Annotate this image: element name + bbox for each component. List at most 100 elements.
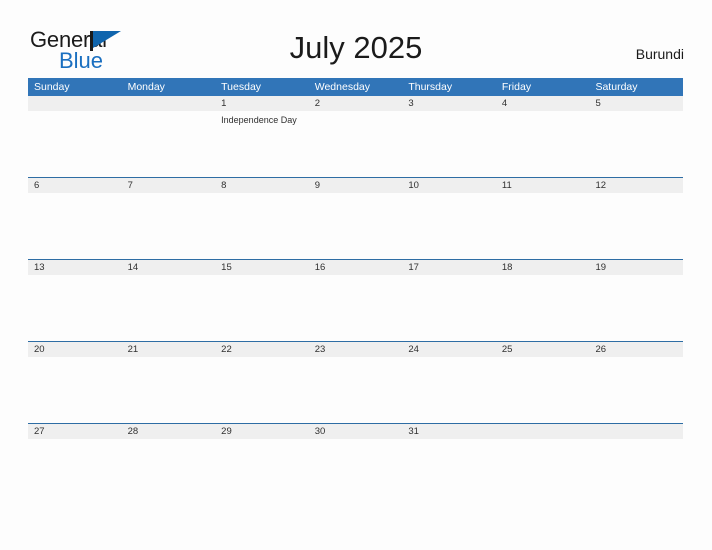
day-number: 10: [408, 180, 419, 191]
calendar-grid: Sunday Monday Tuesday Wednesday Thursday Frid…: [28, 78, 683, 505]
day-events-2: [309, 111, 403, 175]
day-events-empty: [496, 439, 590, 503]
weekday-header-sunday: Sunday: [34, 81, 70, 93]
page-title: July 2025: [289, 30, 423, 65]
day-cell-29[interactable]: 29: [215, 424, 309, 439]
day-cell-30[interactable]: 30: [309, 424, 403, 439]
week-events-band: [28, 275, 683, 339]
day-events-8: [215, 193, 309, 257]
day-number: 24: [408, 344, 419, 355]
weekday-header-friday: Friday: [501, 81, 532, 93]
day-cell-16[interactable]: 16: [309, 260, 403, 275]
day-events-26: [589, 357, 683, 421]
weekday-header-tuesday: Tuesday: [221, 81, 262, 93]
day-cell-28[interactable]: 28: [122, 424, 216, 439]
day-cell-2[interactable]: 2: [309, 96, 403, 111]
day-number: 2: [314, 98, 321, 109]
day-events-7: [122, 193, 216, 257]
day-cell-8[interactable]: 8: [215, 178, 309, 193]
day-cell-13[interactable]: 13: [28, 260, 122, 275]
day-cell-empty: [496, 424, 590, 439]
day-events-30: [309, 439, 403, 503]
weekday-header-saturday: Saturday: [595, 81, 638, 93]
day-number: 3: [408, 98, 414, 109]
day-events-22: [215, 357, 309, 421]
calendar-week-row: 13 14 15 16 17 18 19: [28, 259, 683, 341]
weekday-header-wednesday: Wednesday: [314, 81, 370, 93]
day-cell-18[interactable]: 18: [496, 260, 590, 275]
page-header: General Blue July 2025 Burundi: [0, 0, 712, 78]
day-cell-empty: [589, 424, 683, 439]
day-events-29: [215, 439, 309, 503]
day-events-3: [402, 111, 496, 175]
day-cell-4[interactable]: 4: [496, 96, 590, 111]
day-cell-3[interactable]: 3: [402, 96, 496, 111]
day-number: 30: [314, 426, 326, 437]
day-events-empty: [589, 439, 683, 503]
day-cell-21[interactable]: 21: [122, 342, 216, 357]
day-cell-15[interactable]: 15: [215, 260, 309, 275]
day-cell-22[interactable]: 22: [215, 342, 309, 357]
day-cell-14[interactable]: 14: [122, 260, 216, 275]
week-events-band: [28, 439, 683, 503]
day-number: 23: [314, 344, 326, 355]
calendar-week-row: 20 21 22 23 24 25 26: [28, 341, 683, 423]
day-events-15: [215, 275, 309, 339]
day-events-17: [402, 275, 496, 339]
day-cell-25[interactable]: 25: [496, 342, 590, 357]
calendar-week-row: 1 2 3 4 5 Independence Day: [28, 96, 683, 177]
weekday-header-thursday: Thursday: [408, 81, 453, 93]
day-number: 9: [314, 180, 321, 191]
day-events-27: [28, 439, 122, 503]
day-cell-10[interactable]: 10: [402, 178, 496, 193]
day-events-12: [589, 193, 683, 257]
day-events-1: Independence Day: [215, 111, 309, 175]
day-events-31: [402, 439, 496, 503]
day-cell-empty: [122, 96, 216, 111]
day-number: 20: [34, 344, 45, 355]
day-number: 12: [595, 180, 607, 191]
week-date-number-band: 6 7 8 9 10 11 12: [28, 178, 683, 193]
calendar-event[interactable]: Independence Day: [221, 114, 309, 126]
day-events-empty: [122, 111, 216, 175]
day-number: 31: [408, 426, 419, 437]
day-number: 22: [221, 344, 232, 355]
day-number: 18: [501, 262, 513, 273]
day-events-6: [28, 193, 122, 257]
day-events-20: [28, 357, 122, 421]
day-cell-24[interactable]: 24: [402, 342, 496, 357]
day-number: 25: [501, 344, 513, 355]
day-cell-23[interactable]: 23: [309, 342, 403, 357]
day-number: 7: [127, 180, 133, 191]
day-cell-12[interactable]: 12: [589, 178, 683, 193]
day-number: 15: [221, 262, 232, 273]
day-cell-27[interactable]: 27: [28, 424, 122, 439]
weekday-header-row: Sunday Monday Tuesday Wednesday Thursday Frid…: [28, 78, 683, 96]
day-events-19: [589, 275, 683, 339]
day-cell-1[interactable]: 1: [215, 96, 309, 111]
day-cell-9[interactable]: 9: [309, 178, 403, 193]
day-cell-17[interactable]: 17: [402, 260, 496, 275]
day-cell-11[interactable]: 11: [496, 178, 590, 193]
day-number: 16: [314, 262, 326, 273]
week-date-number-band: 13 14 15 16 17 18 19: [28, 260, 683, 275]
day-cell-20[interactable]: 20: [28, 342, 122, 357]
day-cell-26[interactable]: 26: [589, 342, 683, 357]
day-events-empty: [28, 111, 122, 175]
week-date-number-band: 27 28 29 30 31: [28, 424, 683, 439]
day-cell-6[interactable]: 6: [28, 178, 122, 193]
day-number: 28: [127, 426, 139, 437]
day-cell-19[interactable]: 19: [589, 260, 683, 275]
day-number: 21: [127, 344, 139, 355]
day-cell-31[interactable]: 31: [402, 424, 496, 439]
day-number: 29: [221, 426, 232, 437]
day-events-13: [28, 275, 122, 339]
day-cell-7[interactable]: 7: [122, 178, 216, 193]
day-cell-5[interactable]: 5: [589, 96, 683, 111]
week-events-band: [28, 193, 683, 257]
day-events-9: [309, 193, 403, 257]
day-number: 19: [595, 262, 607, 273]
day-number: 6: [34, 180, 40, 191]
weekday-header-monday: Monday: [127, 81, 165, 93]
country-label: Burundi: [635, 46, 684, 62]
